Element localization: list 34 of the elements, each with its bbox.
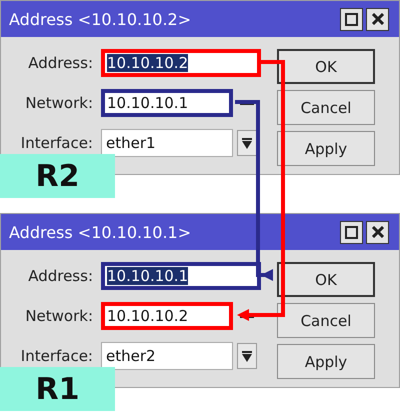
- maximize-button[interactable]: [340, 8, 363, 30]
- field-label: Network:: [24, 94, 93, 112]
- maximize-button[interactable]: [340, 220, 363, 244]
- square-icon: [345, 226, 358, 238]
- interface-field[interactable]: ether2: [101, 342, 233, 370]
- dialog-button[interactable]: OK: [277, 262, 375, 297]
- dropdown-button[interactable]: [237, 343, 257, 369]
- close-button[interactable]: [366, 8, 389, 30]
- dialog-button[interactable]: OK: [277, 49, 375, 84]
- address-field[interactable]: 10.10.10.1: [101, 262, 261, 290]
- window-title: Address <10.10.10.1>: [9, 222, 192, 242]
- dropdown-arrow-icon: [242, 350, 252, 362]
- dialog-button[interactable]: Cancel: [277, 90, 375, 125]
- address-field[interactable]: 10.10.10.2: [101, 49, 261, 77]
- field-label: Address:: [27, 267, 93, 285]
- dropdown-arrow-icon: [242, 138, 252, 148]
- window-title: Address <10.10.10.2>: [9, 10, 192, 28]
- close-icon: [372, 13, 384, 25]
- close-icon: [372, 226, 384, 238]
- router-tag: R1: [0, 367, 115, 411]
- close-button[interactable]: [366, 220, 389, 244]
- field-label: Address:: [27, 54, 93, 72]
- interface-field[interactable]: ether1: [101, 129, 233, 157]
- dialog-button[interactable]: Cancel: [277, 303, 375, 338]
- square-icon: [345, 12, 358, 26]
- network-field[interactable]: 10.10.10.1: [101, 89, 233, 117]
- field-label: Interface:: [20, 347, 93, 365]
- router-tag: R2: [0, 154, 115, 198]
- network-field[interactable]: 10.10.10.2: [101, 302, 233, 330]
- dialog-button[interactable]: Apply: [277, 131, 375, 166]
- field-label: Network:: [24, 307, 93, 325]
- dialog-button[interactable]: Apply: [277, 344, 375, 379]
- field-label: Interface:: [20, 134, 93, 152]
- dropdown-button[interactable]: [237, 130, 257, 156]
